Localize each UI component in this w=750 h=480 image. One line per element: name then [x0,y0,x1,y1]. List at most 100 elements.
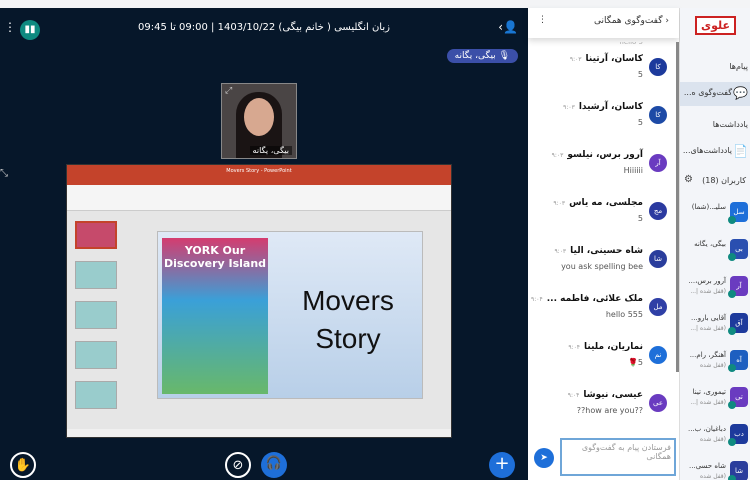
logo: علوی [695,16,736,35]
book-title: YORK Our Discovery Island [163,244,267,270]
sidebar: علوی پیام‌ها 💬 گفت‌وگوی ه... یادداشت‌ها 📄… [680,8,750,480]
user-list-toggle-icon[interactable]: ‹👤 [498,20,518,34]
message-time: ۹:۰۴ [531,296,543,303]
user-name: شاه حسی... [689,462,726,470]
actions-button[interactable]: + [489,452,515,478]
messages-section-label: پیام‌ها [729,62,748,71]
avatar: مل [649,298,667,316]
sender-name: نماریان، ملینا۹:۰۴ [528,342,643,352]
bar-chart-icon: ▮▮ [24,24,36,35]
sender-name: آرور برس، نیلسو۹:۰۳ [528,150,643,160]
mic-status-icon [728,253,736,261]
slide-thumbnail [75,381,117,409]
powerpoint-status-bar [67,429,451,437]
more-options-icon[interactable]: ⋮ [4,20,16,34]
sender-name-text: آرور برس، نیلسو [567,150,643,160]
sender-name-text: ملک علائی، فاطمه ... [546,294,643,304]
chat-title: گفت‌وگوی همگانی [593,16,663,26]
expand-icon[interactable]: ⤢ [225,86,232,96]
back-chevron-icon[interactable]: ‹ [665,16,669,26]
message-text: hello 555 [605,310,643,319]
user-name: سلیـ..(شما) [691,203,726,211]
sidebar-item-label: گفت‌وگوی ه... [683,88,732,97]
user-list-item[interactable]: بی بیگی، یگانه [680,237,750,271]
message-text: you ask spelling bee [561,262,643,271]
slide-thumbnails [71,215,119,425]
user-status: (قفل شده [699,473,726,480]
plus-icon: + [494,453,510,474]
user-status: (قفل شده [699,436,726,443]
message-time: ۹:۰۳ [553,200,566,207]
send-icon: ➤ [540,453,548,463]
mic-status-icon [728,475,736,480]
headphones-icon: 🎧 [265,456,283,471]
sender-name: عیسی، نیوشا۹:۰۴ [528,390,643,400]
user-list-item[interactable]: سل سلیـ..(شما) [680,200,750,234]
user-name: آرور برس،... [688,277,726,285]
user-list-item[interactable]: دب دباغیان، ب... (قفل شده [680,422,750,456]
user-status: (قفل شده |... [690,399,726,406]
chat-panel: ‹ گفت‌وگوی همگانی ⋮ hello 5 کا کاسان، آر… [528,8,680,480]
sidebar-item-shared-notes[interactable]: 📄 یادداشت‌های... [680,140,750,164]
talking-indicator: 🎙 بیگی، یگانه [446,49,518,63]
video-toggle-button[interactable]: ⊘ [225,452,251,478]
send-button[interactable]: ➤ [534,448,554,468]
users-section-label: کاربران (18) [702,176,746,185]
message-time: ۹:۰۴ [568,344,581,351]
message-list[interactable]: hello 5 کا کاسان، آرتینا۹:۰۳ 5 کا کاسان، … [528,42,675,434]
message-time: ۹:۰۳ [563,104,575,111]
user-list-item[interactable]: آق آقایی بارو... (قفل شده |... [680,311,750,345]
sender-name-text: شاه حسینی، الیا [570,246,643,256]
stats-button[interactable]: ▮▮ [20,20,40,40]
webcam-face [244,98,274,136]
message-text: ??how are you?? [576,406,643,415]
mic-status-icon [728,364,736,372]
sender-name: ملک علائی، فاطمه ...۹:۰۴ [528,294,643,304]
mic-status-icon [728,401,736,409]
collapse-icon[interactable]: ⤡ [0,168,8,179]
sender-name: مجلسی، مه یاس۹:۰۳ [528,198,643,208]
avatar: آر [649,154,667,172]
user-list-item[interactable]: تی تیموری، تینا (قفل شده |... [680,385,750,419]
avatar: کا [649,106,667,124]
message-time: ۹:۰۴ [567,392,580,399]
sidebar-item-public-chat[interactable]: 💬 گفت‌وگوی ه... [680,82,750,106]
chat-scrollbar[interactable] [676,42,679,372]
avatar: مج [649,202,667,220]
notes-section-label: یادداشت‌ها [712,120,748,129]
slide-thumbnail [75,341,117,369]
user-list-item[interactable]: آه آهنگر، رام... (قفل شده [680,348,750,382]
hand-icon: ✋ [14,458,32,473]
chat-icon: 💬 [733,86,748,100]
video-off-icon: ⊘ [232,458,244,473]
message-time: ۹:۰۳ [569,56,582,63]
gear-icon[interactable]: ⚙ [684,174,693,185]
mic-icon: 🎙 [498,51,510,61]
slide-title: Movers Story [278,282,418,358]
raise-hand-button[interactable]: ✋ [10,452,36,478]
sender-name-text: عیسی، نیوشا [583,390,643,400]
slide-title-line: Story [315,323,381,354]
chat-options-icon[interactable]: ⋮ [538,15,547,25]
partial-message: hello 5 [619,42,643,46]
mic-status-icon [728,327,736,335]
user-list-item[interactable]: شا شاه حسی... (قفل شده [680,459,750,480]
ribbon [67,185,451,211]
screen-share: Movers Story - PowerPoint YORK Our Disco… [66,164,452,438]
user-status: (قفل شده |... [690,325,726,332]
audio-button[interactable]: 🎧 [261,452,287,478]
user-list-item[interactable]: آر آرور برس،... (قفل شده |... [680,274,750,308]
slide-thumbnail [75,261,117,289]
chat-message-input[interactable]: فرستادن پیام به گفت‌وگوی همگانی [560,438,676,476]
sender-name-text: کاسان، آرشیدا [578,102,643,112]
meeting-title: زبان انگلیسی ( خانم بیگی) 1403/10/22 | 0… [138,22,390,33]
presentation-area: ⋮ ▮▮ زبان انگلیسی ( خانم بیگی) 1403/10/2… [0,8,528,480]
user-name: آهنگر، رام... [689,351,726,359]
current-slide: YORK Our Discovery Island Movers Story [157,231,423,399]
message-text: Hiiiiii [623,166,643,175]
slide-thumbnail [75,301,117,329]
webcam-video[interactable]: ⤢ بیگی، یگانه [221,83,297,159]
message-text: 5 [637,118,643,127]
ribbon-tabs [67,177,451,185]
sender-name: کاسان، آرشیدا۹:۰۳ [528,102,643,112]
